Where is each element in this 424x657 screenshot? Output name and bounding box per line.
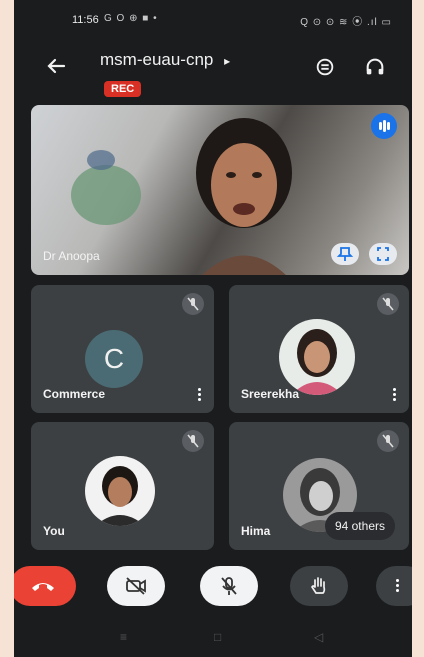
raise-hand-button[interactable] [290, 566, 348, 606]
more-options-icon [396, 579, 400, 592]
meeting-code: msm-euau-cnp [100, 50, 214, 69]
call-controls [14, 556, 412, 626]
meeting-title[interactable]: msm-euau-cnp ▸ [100, 50, 230, 70]
mic-off-icon [377, 293, 399, 315]
status-right-icons: Q ⊙ ⊙ ≋ ⦿ .ıl ▭ [300, 17, 392, 28]
speaker-video [196, 118, 292, 275]
more-options-icon[interactable] [393, 387, 397, 401]
nav-back-icon[interactable]: ◁ [314, 630, 323, 644]
others-count-chip[interactable]: 94 others [324, 512, 395, 540]
participant-name: You [43, 524, 65, 538]
speaking-indicator-icon [371, 113, 397, 139]
participant-tile-commerce[interactable]: C Commerce [31, 285, 214, 413]
mic-off-icon [182, 293, 204, 315]
system-nav-bar: ≡ □ ◁ [14, 622, 412, 657]
raise-hand-icon [311, 577, 326, 594]
avatar: C [85, 330, 143, 388]
end-call-button[interactable] [14, 566, 76, 606]
mic-off-icon [377, 430, 399, 452]
status-time: 11:56 [72, 14, 99, 26]
mic-off-icon [221, 577, 237, 595]
camera-toggle-button[interactable] [107, 566, 165, 606]
avatar [85, 456, 155, 526]
participant-tile-you[interactable]: You [31, 422, 214, 550]
participant-tile-sreerekha[interactable]: Sreerekha [229, 285, 409, 413]
home-icon[interactable]: □ [214, 630, 221, 644]
switch-camera-icon[interactable] [314, 56, 336, 78]
status-left-icons: G O ⊕ ■ • [104, 13, 158, 24]
participant-name: Dr Anoopa [43, 249, 100, 263]
meeting-header: msm-euau-cnp ▸ REC [14, 44, 412, 104]
meeting-info-arrow-icon: ▸ [224, 54, 231, 68]
fullscreen-icon[interactable] [369, 243, 397, 265]
mic-off-icon [182, 430, 204, 452]
participant-name: Sreerekha [241, 387, 300, 401]
avatar [279, 319, 355, 395]
status-bar: 11:56 G O ⊕ ■ • Q ⊙ ⊙ ≋ ⦿ .ıl ▭ [14, 0, 412, 40]
background-painting [71, 150, 141, 225]
participant-name: Hima [241, 524, 271, 538]
rec-badge: REC [104, 81, 142, 97]
more-options-button[interactable] [376, 566, 412, 606]
mic-toggle-button[interactable] [200, 566, 258, 606]
main-speaker-tile[interactable]: Dr Anoopa [31, 105, 409, 275]
participant-name: Commerce [43, 387, 106, 401]
camera-off-icon [126, 577, 146, 595]
pin-icon[interactable] [331, 243, 359, 265]
participant-tile-hima[interactable]: Hima 94 others [229, 422, 409, 550]
recents-icon[interactable]: ≡ [120, 630, 127, 644]
end-call-icon [32, 583, 54, 591]
more-options-icon[interactable] [198, 387, 202, 401]
back-arrow-icon[interactable] [44, 54, 68, 78]
phone-screen: 11:56 G O ⊕ ■ • Q ⊙ ⊙ ≋ ⦿ .ıl ▭ msm-euau… [14, 0, 412, 657]
audio-output-icon[interactable] [364, 56, 386, 78]
